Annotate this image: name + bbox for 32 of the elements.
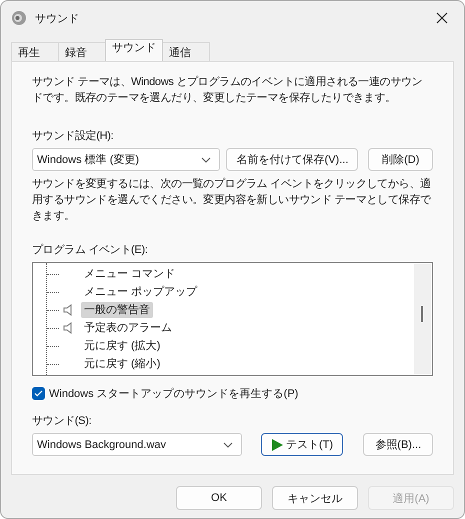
event-list[interactable]: メニュー コマンド メニュー ポップアップ 一般の警告音 予定表のアラーム 元に戻す (拡大) 元に戻す (縮小)	[32, 262, 433, 376]
check-icon	[34, 389, 43, 398]
event-item[interactable]: 一般の警告音	[81, 302, 153, 318]
save-as-button[interactable]: 名前を付けて保存(V)...	[226, 148, 358, 171]
description-text: サウンド テーマは、Windows とプログラムのイベントに適用される一連のサウンドです。既存のテーマを選んだり、変更したテーマを保存したりできます。	[32, 74, 424, 106]
checkbox[interactable]	[32, 387, 45, 400]
scrollbar[interactable]	[414, 264, 431, 374]
field-label: サウンド設定(H):	[32, 128, 114, 144]
tab[interactable]: 再生	[11, 42, 59, 61]
checkbox-label[interactable]: Windows スタートアップのサウンドを再生する(P)	[49, 386, 298, 401]
dialog-button[interactable]: OK	[176, 486, 262, 510]
instructions-text: サウンドを変更するには、次の一覧のプログラム イベントをクリックしてから、適用するサウンドを選んでください。変更内容を新しいサウンド テーマとして保存できます。	[32, 176, 432, 224]
field-label: サウンド(S):	[32, 414, 92, 429]
browse-button[interactable]: 参照(B)...	[363, 433, 433, 456]
event-item[interactable]: 予定表のアラーム	[81, 320, 175, 336]
event-item[interactable]: メニュー ポップアップ	[81, 284, 200, 300]
chevron-icon	[222, 442, 233, 448]
event-item[interactable]: 元に戻す (拡大)	[81, 338, 164, 354]
window-title: サウンド	[35, 12, 80, 26]
event-item[interactable]: 元に戻す (縮小)	[81, 356, 164, 372]
event-item[interactable]: メニュー コマンド	[81, 266, 178, 282]
chevron-icon	[201, 156, 212, 162]
sound-dropdown[interactable]: Windows Background.wav	[32, 433, 242, 456]
scheme-dropdown[interactable]: Windows 標準 (変更)	[32, 148, 220, 171]
dialog-button[interactable]: キャンセル	[272, 486, 358, 510]
tab[interactable]: 通信	[162, 42, 210, 61]
tab[interactable]: サウンド	[105, 39, 163, 61]
play-icon	[271, 438, 283, 450]
close-icon[interactable]	[436, 12, 448, 24]
delete-button[interactable]: 削除(D)	[368, 148, 433, 171]
test-button[interactable]: テスト(T)	[260, 433, 344, 456]
field-label: プログラム イベント(E):	[32, 242, 149, 258]
